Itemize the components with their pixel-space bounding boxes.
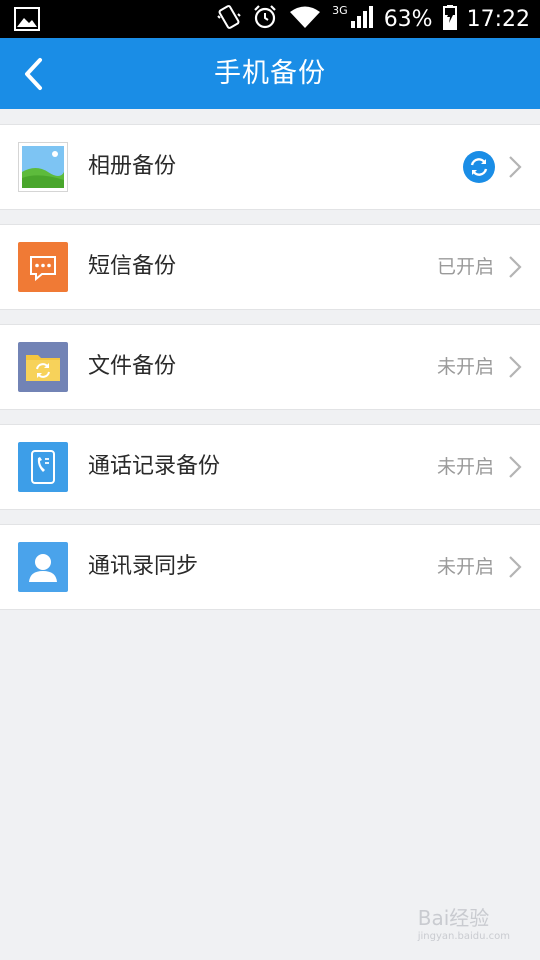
list-item-sms-backup[interactable]: 短信备份 已开启 — [0, 224, 540, 310]
list-item-label: 通话记录备份 — [88, 454, 221, 479]
list-item-contacts-sync[interactable]: 通讯录同步 未开启 — [0, 524, 540, 610]
signal-icon — [350, 5, 374, 33]
chevron-right-icon — [508, 255, 522, 279]
list-item-album-backup[interactable]: 相册备份 — [0, 124, 540, 210]
watermark-text: Bai经验 — [417, 906, 490, 930]
photo-album-icon — [18, 142, 68, 192]
list-item-label: 文件备份 — [88, 354, 177, 379]
clock-time: 17:22 — [466, 6, 530, 32]
contacts-icon — [18, 542, 68, 592]
battery-percent: 63% — [383, 6, 433, 32]
page-title: 手机备份 — [214, 58, 326, 89]
status-text: 未开启 — [436, 456, 494, 478]
backup-list: 相册备份 短信备份 已开启 文件备份 未开启 通话记录备份 未开启 通讯录同步 … — [0, 124, 540, 624]
call-log-icon — [18, 442, 68, 492]
list-item-label: 相册备份 — [88, 154, 177, 179]
chevron-right-icon — [508, 355, 522, 379]
list-item-call-log-backup[interactable]: 通话记录备份 未开启 — [0, 424, 540, 510]
network-type: 3G — [332, 3, 348, 17]
folder-sync-icon — [18, 342, 68, 392]
watermark: Bai经验 jingyan.baidu.com — [418, 902, 510, 942]
sms-icon — [18, 242, 68, 292]
chevron-right-icon — [508, 455, 522, 479]
chevron-right-icon — [508, 155, 522, 179]
battery-charging-icon — [442, 4, 457, 34]
status-text: 未开启 — [436, 356, 494, 378]
watermark-url: jingyan.baidu.com — [417, 931, 510, 942]
status-bar: 3G 63% 17:22 — [0, 0, 540, 38]
status-text: 未开启 — [436, 556, 494, 578]
sync-icon — [462, 150, 496, 184]
vibrate-icon — [216, 4, 242, 34]
list-item-label: 通讯录同步 — [88, 554, 199, 579]
list-item-file-backup[interactable]: 文件备份 未开启 — [0, 324, 540, 410]
alarm-icon — [252, 4, 278, 34]
chevron-right-icon — [508, 555, 522, 579]
app-header: 手机备份 — [0, 38, 540, 109]
gallery-notification-icon — [14, 7, 40, 35]
status-text: 已开启 — [436, 256, 494, 278]
wifi-icon — [288, 5, 322, 33]
list-item-label: 短信备份 — [88, 254, 177, 279]
